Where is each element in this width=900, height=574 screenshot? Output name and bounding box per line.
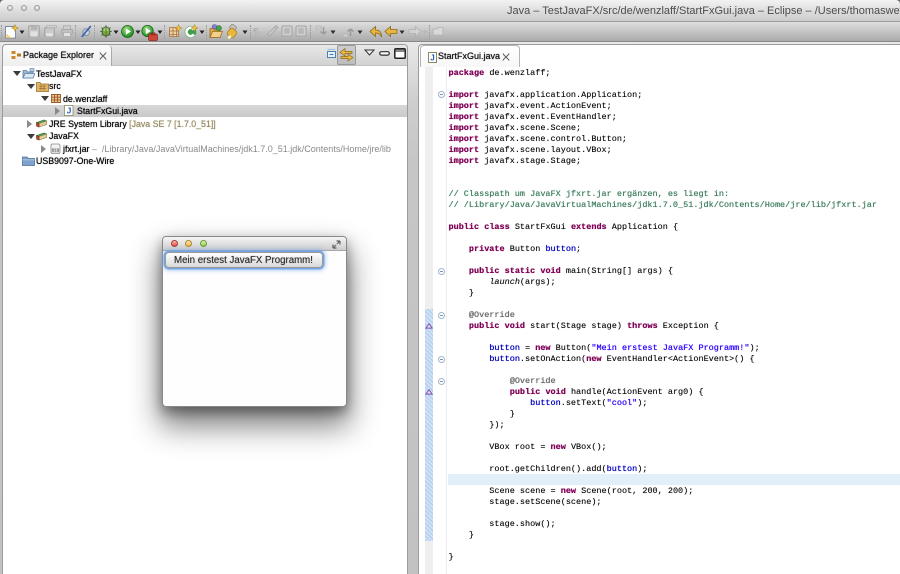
svg-text:c: c bbox=[258, 29, 263, 37]
svg-text:010: 010 bbox=[52, 149, 58, 153]
svg-text:J: J bbox=[430, 54, 434, 63]
svg-text:J: J bbox=[67, 106, 72, 116]
